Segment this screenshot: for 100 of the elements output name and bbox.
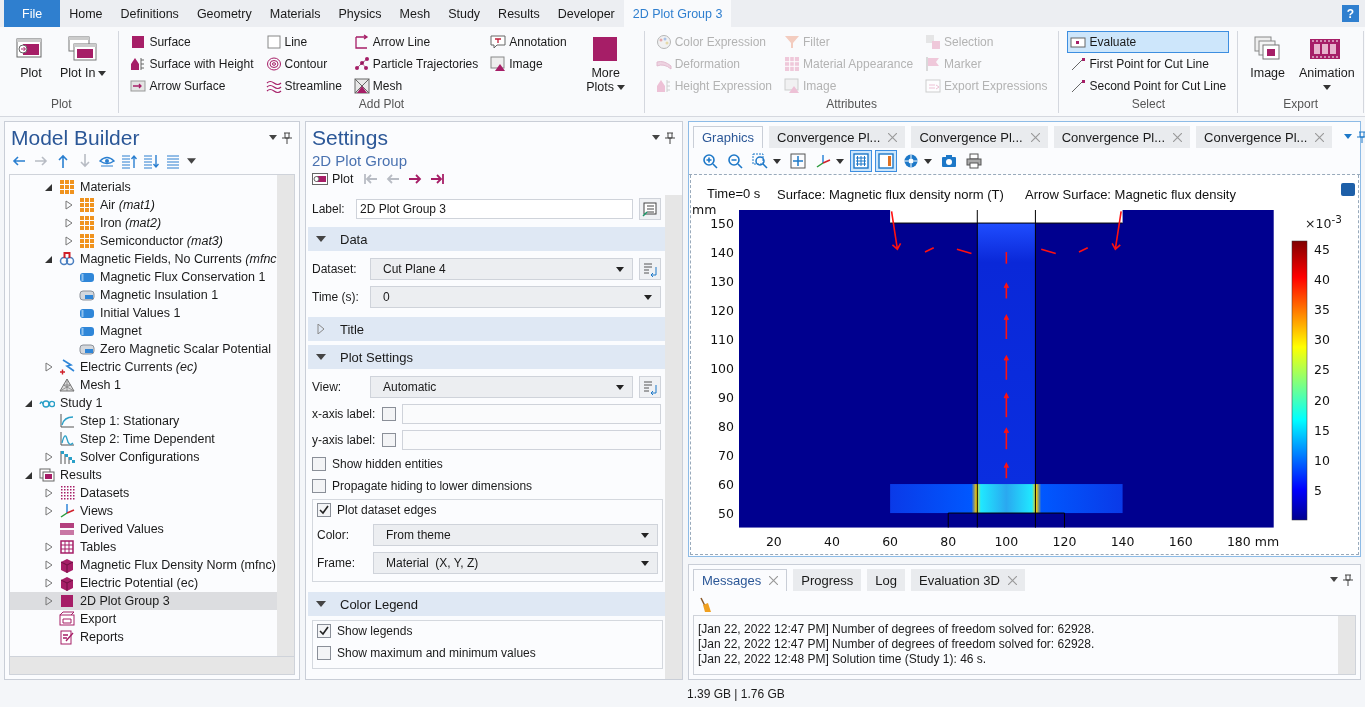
help-button[interactable]: ?	[1342, 5, 1359, 22]
ribbon-tab[interactable]: Physics	[329, 0, 391, 27]
tree-item[interactable]: Mesh 1	[10, 376, 277, 394]
close-icon[interactable]	[888, 132, 898, 142]
collapse-arrow-icon[interactable]	[24, 398, 34, 408]
ribbon-button[interactable]: Mesh	[350, 75, 482, 97]
list-button[interactable]	[639, 376, 661, 398]
close-icon[interactable]	[1315, 132, 1325, 142]
scrollbar[interactable]	[9, 656, 295, 675]
ribbon-button[interactable]: More Plots	[575, 31, 636, 96]
tree-item[interactable]: 2D Plot Group 3	[10, 592, 277, 610]
ribbon-button[interactable]: Annotation	[487, 31, 570, 53]
tree-item[interactable]: Air (mat1)	[10, 196, 277, 214]
dropdown[interactable]: Automatic	[370, 376, 633, 398]
ribbon-button[interactable]: Arrow Line	[350, 31, 482, 53]
tree-item[interactable]: Results	[10, 466, 277, 484]
ribbon-tab[interactable]: Definitions	[111, 0, 188, 27]
ribbon-button[interactable]: Image	[487, 53, 570, 75]
checkbox[interactable]	[312, 479, 326, 493]
ribbon-tab[interactable]: 2D Plot Group 3	[623, 0, 732, 27]
scrollbar[interactable]	[1338, 616, 1355, 674]
text-field[interactable]	[402, 430, 661, 450]
checkbox[interactable]	[382, 433, 396, 447]
tree-item[interactable]: Magnetic Flux Density Norm (mfnc)	[10, 556, 277, 574]
panel-tab[interactable]: Graphics	[693, 126, 764, 148]
panel-tab[interactable]: Evaluation 3D	[911, 569, 1025, 591]
tree-item[interactable]: Magnet	[10, 322, 277, 340]
view-icon[interactable]	[1341, 183, 1355, 196]
panel-tab[interactable]: Convergence Pl...	[1053, 126, 1191, 148]
label-button[interactable]	[639, 198, 661, 220]
section-header[interactable]: Color Legend	[308, 592, 665, 616]
ribbon-tab[interactable]: File	[4, 0, 61, 27]
section-header[interactable]: Plot Settings	[308, 345, 665, 369]
collapse-arrow-icon[interactable]	[24, 470, 34, 480]
checkbox[interactable]	[382, 407, 396, 421]
toolbar-button[interactable]	[875, 150, 897, 172]
ribbon-button[interactable]: Second Point for Cut Line	[1067, 75, 1230, 97]
ribbon-button[interactable]: Surface with Height	[127, 53, 257, 75]
panel-tab[interactable]: Convergence Pl...	[911, 126, 1048, 148]
tree-item[interactable]: Step 2: Time Dependent	[10, 430, 277, 448]
close-icon[interactable]	[1173, 132, 1183, 142]
close-icon[interactable]	[769, 576, 779, 585]
ribbon-button[interactable]: First Point for Cut Line	[1067, 53, 1230, 75]
ribbon-button[interactable]: Evaluate	[1067, 31, 1230, 53]
expand-arrow-icon[interactable]	[44, 452, 54, 462]
ribbon-tab[interactable]: Materials	[260, 0, 330, 27]
section-header[interactable]: Data	[308, 227, 665, 251]
dropdown[interactable]: 0	[370, 286, 661, 308]
broom-icon[interactable]	[699, 597, 711, 613]
ribbon-button[interactable]: Image	[1246, 31, 1289, 82]
close-icon[interactable]	[1007, 575, 1017, 585]
collapse-arrow-icon[interactable]	[44, 254, 54, 264]
dropdown[interactable]: Cut Plane 4	[370, 258, 633, 280]
panel-tab[interactable]: Convergence Pl...	[1196, 126, 1333, 148]
tree-item[interactable]: Study 1	[10, 394, 277, 412]
ribbon-button[interactable]: Particle Trajectories	[350, 53, 482, 75]
panel-controls-icon[interactable]	[652, 132, 676, 144]
checkbox[interactable]	[317, 646, 331, 660]
tree-item[interactable]: Zero Magnetic Scalar Potential	[10, 340, 277, 358]
list-button[interactable]	[639, 258, 661, 280]
ribbon-button[interactable]: Plot In	[56, 31, 111, 82]
collapse-arrow-icon[interactable]	[44, 182, 54, 192]
panel-tab[interactable]: Log	[867, 569, 905, 591]
tree-item[interactable]: Reports	[10, 628, 277, 646]
section-header[interactable]: Title	[308, 317, 665, 341]
close-icon[interactable]	[1030, 132, 1040, 142]
plot-button[interactable]: Plot	[312, 172, 354, 186]
ribbon-tab[interactable]: Results	[489, 0, 549, 27]
expand-arrow-icon[interactable]	[44, 362, 54, 372]
tree-item[interactable]: Materials	[10, 178, 277, 196]
tree-item[interactable]: Iron (mat2)	[10, 214, 277, 232]
tree-item[interactable]: Semiconductor (mat3)	[10, 232, 277, 250]
list-icon[interactable]	[165, 153, 181, 169]
tree-item[interactable]: Export	[10, 610, 277, 628]
ribbon-button[interactable]: Contour	[262, 53, 345, 75]
tree-item[interactable]: Magnetic Insulation 1	[10, 286, 277, 304]
tree-item[interactable]: Views	[10, 502, 277, 520]
scrollbar[interactable]	[665, 195, 682, 679]
sort-icon[interactable]	[121, 153, 137, 169]
tree-item[interactable]: Magnetic Flux Conservation 1	[10, 268, 277, 286]
panel-controls-icon[interactable]	[1330, 574, 1354, 586]
label-field[interactable]: 2D Plot Group 3	[356, 199, 633, 219]
ribbon-button[interactable]: Animation	[1295, 31, 1355, 96]
ribbon-tab[interactable]: Study	[439, 0, 490, 27]
scrollbar[interactable]	[277, 175, 294, 656]
tree-item[interactable]: Step 1: Stationary	[10, 412, 277, 430]
tree-item[interactable]: Electric Currents (ec)	[10, 358, 277, 376]
panel-controls-icon[interactable]	[1344, 131, 1365, 143]
dropdown[interactable]: From theme	[373, 524, 658, 546]
tree-item[interactable]: Datasets	[10, 484, 277, 502]
checkbox[interactable]	[312, 457, 326, 471]
ribbon-tab[interactable]: Home	[60, 0, 112, 27]
caret-icon[interactable]	[187, 158, 196, 164]
panel-controls-icon[interactable]	[269, 132, 293, 144]
tree-item[interactable]: Initial Values 1	[10, 304, 277, 322]
panel-tab[interactable]: Progress	[793, 569, 862, 591]
checkbox[interactable]	[317, 503, 331, 517]
checkbox[interactable]	[317, 624, 331, 638]
ribbon-tab[interactable]: Developer	[548, 0, 624, 27]
panel-tab[interactable]: Messages	[693, 569, 788, 591]
